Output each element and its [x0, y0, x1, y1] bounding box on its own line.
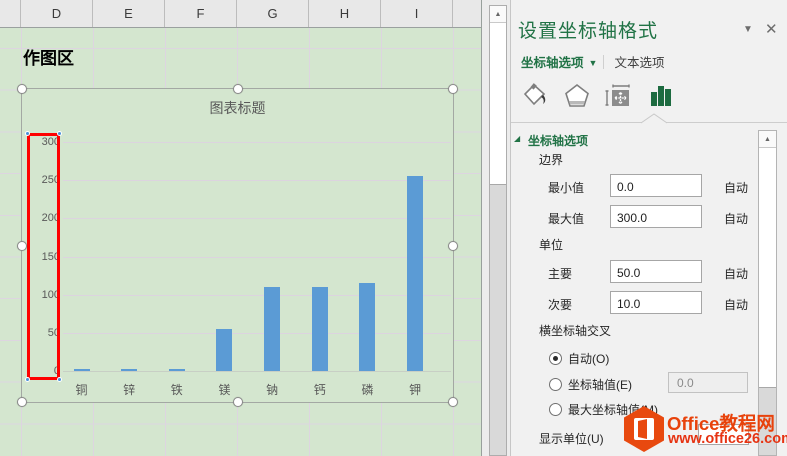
x-category-label[interactable]: 钠 [252, 381, 292, 398]
chart-gridline [63, 142, 451, 143]
axis-selection-dot [25, 131, 30, 136]
chart-handle-n[interactable] [233, 84, 243, 94]
bar-钙[interactable] [312, 287, 328, 371]
scrollbar-thumb[interactable] [490, 23, 506, 185]
maximum-input[interactable] [610, 205, 702, 228]
tab-text-options[interactable]: 文本选项 [614, 52, 664, 71]
axis-selection-dot [57, 131, 62, 136]
chart-gridline [63, 218, 451, 219]
minor-unit-label: 次要 [548, 296, 572, 313]
chart-gridline [63, 180, 451, 181]
pane-tabs: 坐标轴选项 ▼ 文本选项 [521, 52, 664, 71]
major-unit-auto-button[interactable]: 自动 [724, 265, 748, 282]
worksheet[interactable]: D E F G H I 作图区 图表标题 050100 [0, 0, 481, 456]
radio-automatic-label: 自动(O) [568, 350, 609, 367]
pane-scroll-up-button[interactable]: ▲ [759, 131, 776, 148]
column-header-row: D E F G H I [0, 0, 481, 28]
tab-axis-options[interactable]: 坐标轴选项 [521, 52, 584, 71]
chart-handle-sw[interactable] [17, 397, 27, 407]
office-logo-icon [624, 406, 664, 452]
radio-axis-value-label: 坐标轴值(E) [568, 376, 632, 393]
maximum-auto-button[interactable]: 自动 [724, 210, 748, 227]
bar-铁[interactable] [169, 369, 185, 371]
maximum-label: 最大值 [548, 210, 584, 227]
chart-handle-w[interactable] [17, 241, 27, 251]
bar-镁[interactable] [216, 329, 232, 371]
chart-handle-se[interactable] [448, 397, 458, 407]
size-properties-icon[interactable] [605, 81, 633, 111]
bar-钠[interactable] [264, 287, 280, 371]
worksheet-vertical-scrollbar[interactable]: ▲ [489, 5, 507, 456]
close-icon[interactable]: ✕ [765, 20, 778, 38]
minor-unit-auto-button[interactable]: 自动 [724, 296, 748, 313]
chart-gridline [63, 295, 451, 296]
selected-tab-caret [641, 113, 667, 124]
column-header-E[interactable]: E [93, 0, 165, 27]
fill-line-icon[interactable] [521, 81, 549, 111]
axis-crosses-group-label: 横坐标轴交叉 [539, 322, 611, 339]
chart-handle-s[interactable] [233, 397, 243, 407]
bar-铜[interactable] [74, 369, 90, 371]
radio-button-icon[interactable] [549, 378, 562, 391]
chart-handle-ne[interactable] [448, 84, 458, 94]
minor-unit-input[interactable] [610, 291, 702, 314]
scroll-up-button[interactable]: ▲ [490, 6, 506, 23]
axis-selection-dot [25, 377, 30, 382]
collapse-triangle-icon[interactable]: ◢ [514, 134, 520, 143]
tab-separator [603, 55, 604, 69]
axis-selection-dot [57, 377, 62, 382]
minimum-auto-button[interactable]: 自动 [724, 179, 748, 196]
plot-area-tooltip: 作图区 [23, 44, 74, 69]
pane-icon-row [521, 80, 675, 112]
effects-icon[interactable] [563, 81, 591, 111]
axis-options-icon[interactable] [647, 81, 675, 111]
major-unit-input[interactable] [610, 260, 702, 283]
column-header-stub[interactable] [0, 0, 21, 27]
bar-磷[interactable] [359, 283, 375, 371]
x-category-label[interactable]: 镁 [204, 381, 244, 398]
format-axis-pane: 设置坐标轴格式 ▼ ✕ 坐标轴选项 ▼ 文本选项 [511, 0, 787, 456]
bar-锌[interactable] [121, 369, 137, 371]
minimum-label: 最小值 [548, 179, 584, 196]
x-category-label[interactable]: 铜 [62, 381, 102, 398]
column-header-H[interactable]: H [309, 0, 381, 27]
chart-gridline [63, 371, 451, 372]
chart[interactable]: 图表标题 050100150200250300铜锌铁镁钠钙磷钾 [21, 88, 454, 403]
x-category-label[interactable]: 磷 [347, 381, 387, 398]
watermark: Office教程网 www.office26.com [624, 404, 787, 456]
bounds-group-label: 边界 [539, 151, 563, 168]
column-header-F[interactable]: F [165, 0, 237, 27]
radio-axis-value[interactable]: 坐标轴值(E) [549, 376, 632, 393]
pane-scrollbar-thumb[interactable] [759, 148, 776, 388]
watermark-url: www.office26.com [668, 431, 787, 447]
chart-handle-e[interactable] [448, 241, 458, 251]
column-header-D[interactable]: D [21, 0, 93, 27]
pane-menu-chevron-icon[interactable]: ▼ [743, 24, 753, 35]
column-header-I[interactable]: I [381, 0, 453, 27]
section-axis-options[interactable]: 坐标轴选项 [528, 132, 588, 149]
x-category-label[interactable]: 钾 [395, 381, 435, 398]
axis-value-input-disabled: 0.0 [668, 372, 748, 393]
major-unit-label: 主要 [548, 265, 572, 282]
chart-gridline [63, 257, 451, 258]
radio-automatic[interactable]: 自动(O) [549, 350, 609, 367]
column-header-G[interactable]: G [237, 0, 309, 27]
column-header-partial[interactable] [453, 0, 481, 27]
chart-gridline [63, 333, 451, 334]
tab-axis-options-chevron-icon[interactable]: ▼ [589, 58, 598, 68]
x-category-label[interactable]: 铁 [157, 381, 197, 398]
value-axis-highlight-box [27, 133, 60, 380]
pane-title: 设置坐标轴格式 [518, 16, 658, 43]
chart-title[interactable]: 图表标题 [22, 98, 453, 118]
chart-handle-nw[interactable] [17, 84, 27, 94]
excel-window: D E F G H I 作图区 图表标题 050100 [0, 0, 787, 456]
radio-button-icon[interactable] [549, 403, 562, 416]
minimum-input[interactable] [610, 174, 702, 197]
x-category-label[interactable]: 钙 [300, 381, 340, 398]
bar-钾[interactable] [407, 176, 423, 371]
display-units-label: 显示单位(U) [539, 430, 604, 447]
radio-button-icon[interactable] [549, 352, 562, 365]
units-group-label: 单位 [539, 236, 563, 253]
x-category-label[interactable]: 锌 [109, 381, 149, 398]
